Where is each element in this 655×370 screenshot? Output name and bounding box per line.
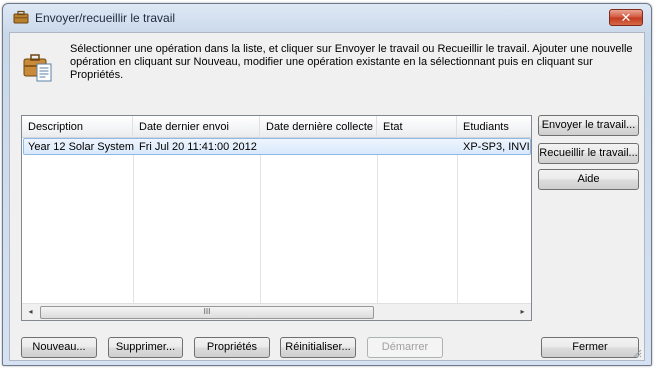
briefcase-icon	[13, 10, 29, 24]
column-divider	[133, 137, 134, 303]
row-students: XP-SP3, INVI	[463, 141, 530, 153]
briefcase-document-icon	[23, 54, 52, 82]
dialog-window: Envoyer/recueillir le travail ✕ Sélectio…	[2, 3, 652, 366]
scroll-left-icon[interactable]: ◂	[22, 304, 39, 320]
row-last-sent: Fri Jul 20 11:41:00 2012	[139, 141, 257, 153]
column-description[interactable]: Description	[22, 116, 133, 137]
horizontal-scrollbar[interactable]: ◂ III ▸	[22, 303, 531, 320]
start-button[interactable]: Démarrer	[367, 337, 443, 358]
collect-work-button[interactable]: Recueillir le travail...	[538, 143, 639, 164]
help-button[interactable]: Aide	[538, 169, 639, 190]
column-last-sent[interactable]: Date dernier envoi	[133, 116, 260, 137]
column-divider	[260, 137, 261, 303]
column-state[interactable]: Etat	[377, 116, 457, 137]
column-divider	[457, 137, 458, 303]
new-button[interactable]: Nouveau...	[21, 337, 97, 358]
resize-grip-icon[interactable]	[632, 348, 642, 358]
dialog-content: Sélectionner une opération dans la liste…	[9, 32, 645, 361]
window-title: Envoyer/recueillir le travail	[35, 11, 176, 25]
send-work-button[interactable]: Envoyer le travail...	[538, 115, 639, 136]
close-window-button[interactable]: ✕	[609, 9, 643, 26]
properties-button[interactable]: Propriétés	[194, 337, 270, 358]
scroll-right-icon[interactable]: ▸	[514, 304, 531, 320]
row-description: Year 12 Solar System	[28, 141, 134, 153]
column-last-collected[interactable]: Date dernière collecte	[260, 116, 377, 137]
row-state	[377, 139, 463, 155]
column-divider	[377, 137, 378, 303]
list-header: Description Date dernier envoi Date dern…	[22, 116, 531, 138]
title-bar[interactable]: Envoyer/recueillir le travail ✕	[3, 4, 651, 30]
reset-button[interactable]: Réinitialiser...	[280, 337, 356, 358]
scroll-thumb[interactable]: III	[40, 306, 374, 319]
row-last-collected	[260, 139, 383, 155]
delete-button[interactable]: Supprimer...	[108, 337, 183, 358]
column-students[interactable]: Etudiants	[457, 116, 531, 137]
close-button[interactable]: Fermer	[541, 337, 639, 358]
instructions-text: Sélectionner une opération dans la liste…	[70, 43, 633, 81]
operations-list[interactable]: Description Date dernier envoi Date dern…	[21, 115, 532, 321]
